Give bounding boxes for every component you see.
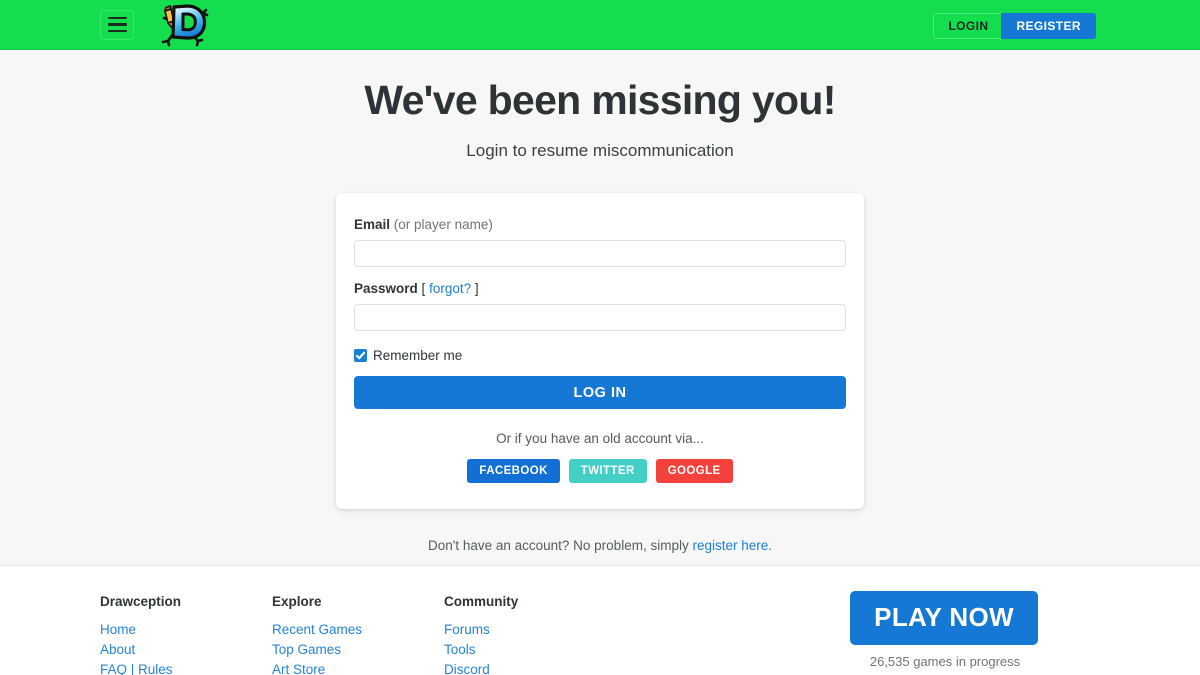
remember-me-checkbox[interactable] bbox=[354, 349, 367, 362]
hamburger-icon-bar bbox=[107, 29, 127, 33]
footer-cta: PLAY NOW 26,535 games in progress bbox=[850, 591, 1040, 669]
footer-link-discord[interactable]: Discord bbox=[444, 660, 616, 675]
email-label-main: Email bbox=[354, 217, 391, 232]
register-prompt-period: . bbox=[768, 538, 773, 553]
password-input[interactable] bbox=[354, 304, 846, 331]
main-content: We've been missing you! Login to resume … bbox=[0, 50, 1200, 565]
games-in-progress-count: 26,535 games in progress bbox=[869, 654, 1021, 669]
footer-column-title: Explore bbox=[272, 594, 322, 609]
email-label: Email (or player name) bbox=[354, 217, 846, 232]
footer-link-faq-rules[interactable]: FAQ | Rules bbox=[100, 660, 272, 675]
login-card: Email (or player name) Password [ forgot… bbox=[336, 193, 864, 509]
footer-column-community: Community Forums Tools Discord bbox=[444, 594, 616, 675]
play-now-button[interactable]: PLAY NOW bbox=[850, 591, 1038, 645]
footer-link-recent-games[interactable]: Recent Games bbox=[272, 620, 444, 640]
hamburger-icon-bar bbox=[107, 23, 127, 26]
twitter-login-button[interactable]: TWITTER bbox=[568, 459, 647, 483]
password-label-main: Password bbox=[354, 281, 418, 296]
footer-link-forums[interactable]: Forums bbox=[444, 620, 616, 640]
log-in-button[interactable]: LOG IN bbox=[354, 376, 846, 409]
login-button[interactable]: LOGIN bbox=[933, 13, 1002, 39]
register-prompt: Don't have an account? No problem, simpl… bbox=[0, 538, 1200, 553]
drawception-logo-icon[interactable] bbox=[156, 3, 212, 47]
footer-link-about[interactable]: About bbox=[100, 640, 272, 660]
hamburger-icon-bar bbox=[107, 16, 127, 20]
footer-link-top-games[interactable]: Top Games bbox=[272, 640, 444, 660]
footer-columns: Drawception Home About FAQ | Rules Explo… bbox=[100, 591, 1100, 675]
google-login-button[interactable]: GOOGLE bbox=[655, 459, 733, 483]
email-label-hint: (or player name) bbox=[393, 217, 493, 232]
bracket-close: ] bbox=[474, 281, 479, 296]
footer-link-home[interactable]: Home bbox=[100, 620, 272, 640]
footer-column-title: Community bbox=[444, 594, 519, 609]
remember-me-label[interactable]: Remember me bbox=[373, 348, 462, 363]
facebook-login-button[interactable]: FACEBOOK bbox=[467, 459, 560, 483]
footer-link-art-store[interactable]: Art Store bbox=[272, 660, 444, 675]
footer-column-explore: Explore Recent Games Top Games Art Store bbox=[272, 594, 444, 675]
email-input[interactable] bbox=[354, 240, 846, 267]
page-title: We've been missing you! bbox=[364, 77, 836, 123]
site-footer: Drawception Home About FAQ | Rules Explo… bbox=[0, 565, 1200, 675]
auth-button-group: LOGIN REGISTER bbox=[933, 13, 1096, 39]
site-header: LOGIN REGISTER bbox=[0, 0, 1200, 50]
footer-link-tools[interactable]: Tools bbox=[444, 640, 616, 660]
footer-column-drawception: Drawception Home About FAQ | Rules bbox=[100, 594, 272, 675]
password-label: Password [ forgot? ] bbox=[354, 281, 846, 296]
footer-column-title: Drawception bbox=[100, 594, 182, 609]
register-button[interactable]: REGISTER bbox=[1001, 13, 1096, 39]
hamburger-menu-button[interactable] bbox=[100, 9, 134, 40]
forgot-password-link[interactable]: forgot? bbox=[429, 281, 471, 296]
register-prompt-text: Don't have an account? No problem, simpl… bbox=[427, 538, 693, 553]
bracket-open: [ bbox=[421, 281, 426, 296]
social-login-heading: Or if you have an old account via... bbox=[496, 431, 704, 446]
register-here-link[interactable]: register here bbox=[692, 538, 768, 553]
social-login-buttons: FACEBOOK TWITTER GOOGLE bbox=[354, 459, 846, 483]
remember-me-row: Remember me bbox=[354, 348, 846, 363]
page-subtitle: Login to resume miscommunication bbox=[466, 141, 734, 160]
field-spacer bbox=[354, 267, 846, 281]
